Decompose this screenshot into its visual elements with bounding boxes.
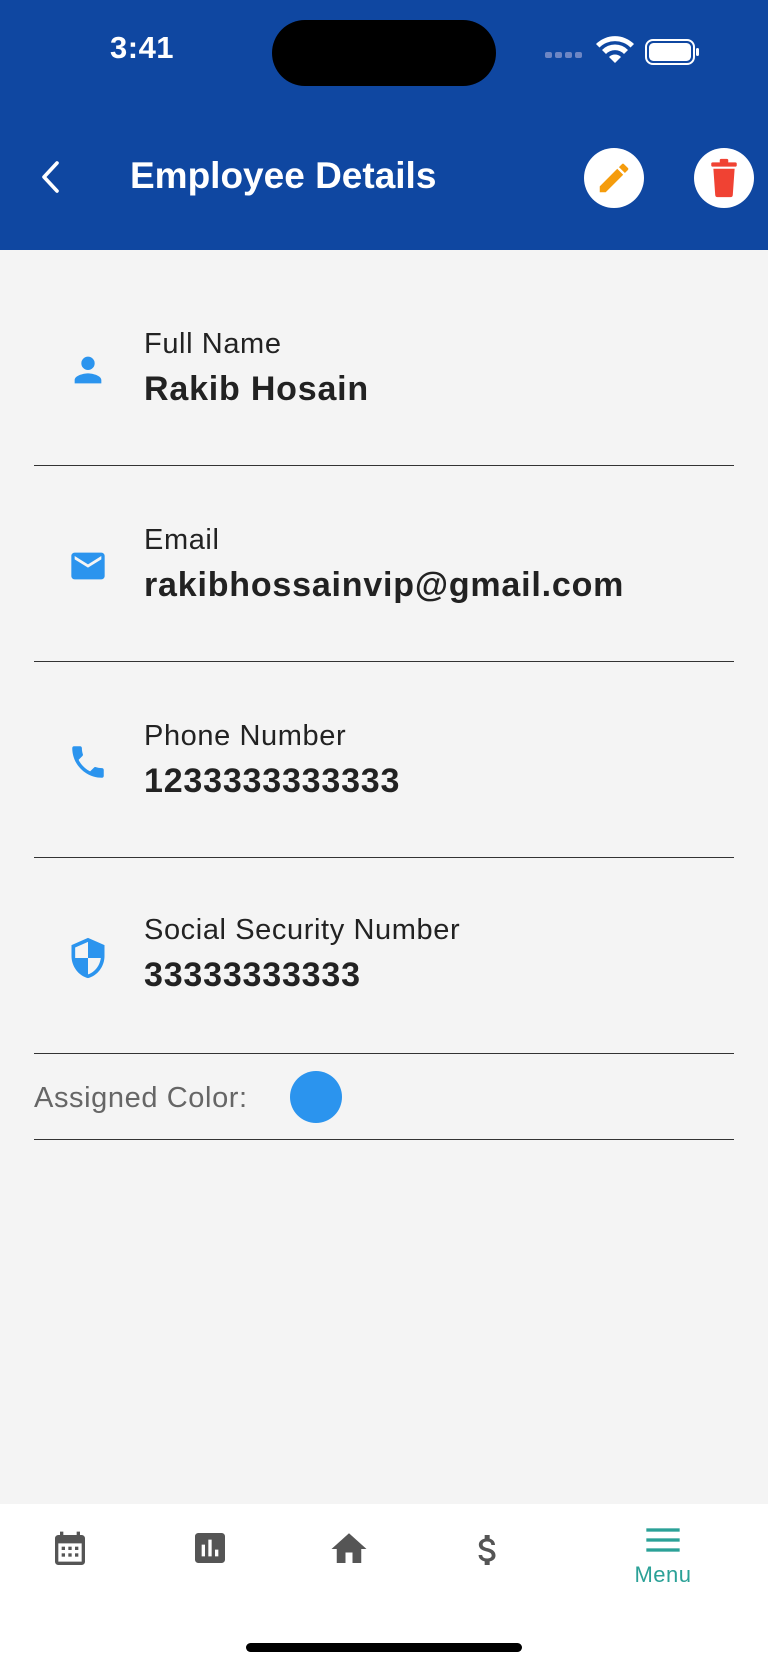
wifi-icon	[596, 36, 634, 63]
menu-icon	[646, 1528, 680, 1552]
email-value: rakibhossainvip@gmail.com	[144, 566, 625, 604]
dollar-icon	[478, 1535, 496, 1565]
battery-icon	[645, 39, 699, 65]
ssn-value: 33333333333	[144, 956, 361, 994]
email-row: Email rakibhossainvip@gmail.com	[34, 466, 734, 662]
dynamic-island	[272, 20, 496, 86]
phone-row: Phone Number 1233333333333	[34, 662, 734, 858]
pencil-icon	[599, 163, 629, 193]
page-title: Employee Details	[130, 155, 437, 196]
bottom-nav: Menu	[0, 1504, 768, 1665]
status-time: 3:41	[110, 30, 175, 65]
home-icon	[331, 1533, 367, 1563]
chevron-left-icon	[42, 161, 59, 193]
edit-button[interactable]	[584, 148, 644, 208]
back-button[interactable]	[28, 150, 72, 204]
calendar-icon	[55, 1531, 85, 1565]
person-icon	[64, 346, 112, 394]
full-name-value: Rakib Hosain	[144, 370, 369, 408]
email-label: Email	[144, 524, 220, 556]
full-name-row: Full Name Rakib Hosain	[34, 270, 734, 466]
nav-reports[interactable]	[170, 1528, 250, 1608]
trash-icon	[711, 158, 737, 198]
phone-label: Phone Number	[144, 720, 347, 752]
nav-menu-label: Menu	[634, 1562, 692, 1587]
nav-calendar[interactable]	[30, 1528, 110, 1608]
ssn-row: Social Security Number 33333333333	[34, 858, 734, 1054]
full-name-label: Full Name	[144, 328, 282, 360]
app-header: 3:41 Employee Details	[0, 0, 768, 250]
phone-value: 1233333333333	[144, 762, 401, 800]
signal-icon	[545, 52, 582, 58]
delete-button[interactable]	[694, 148, 754, 208]
home-indicator	[246, 1643, 522, 1652]
shield-icon	[64, 934, 112, 982]
phone-icon	[64, 738, 112, 786]
nav-home[interactable]	[309, 1528, 389, 1608]
bar-chart-icon	[195, 1533, 225, 1563]
ssn-label: Social Security Number	[144, 914, 461, 946]
nav-payments[interactable]	[448, 1528, 528, 1608]
assigned-color-row: Assigned Color:	[34, 1054, 734, 1140]
assigned-color-label: Assigned Color:	[34, 1082, 248, 1114]
nav-menu[interactable]: Menu	[623, 1524, 703, 1604]
assigned-color-swatch	[290, 1071, 342, 1123]
mail-icon	[64, 542, 112, 590]
